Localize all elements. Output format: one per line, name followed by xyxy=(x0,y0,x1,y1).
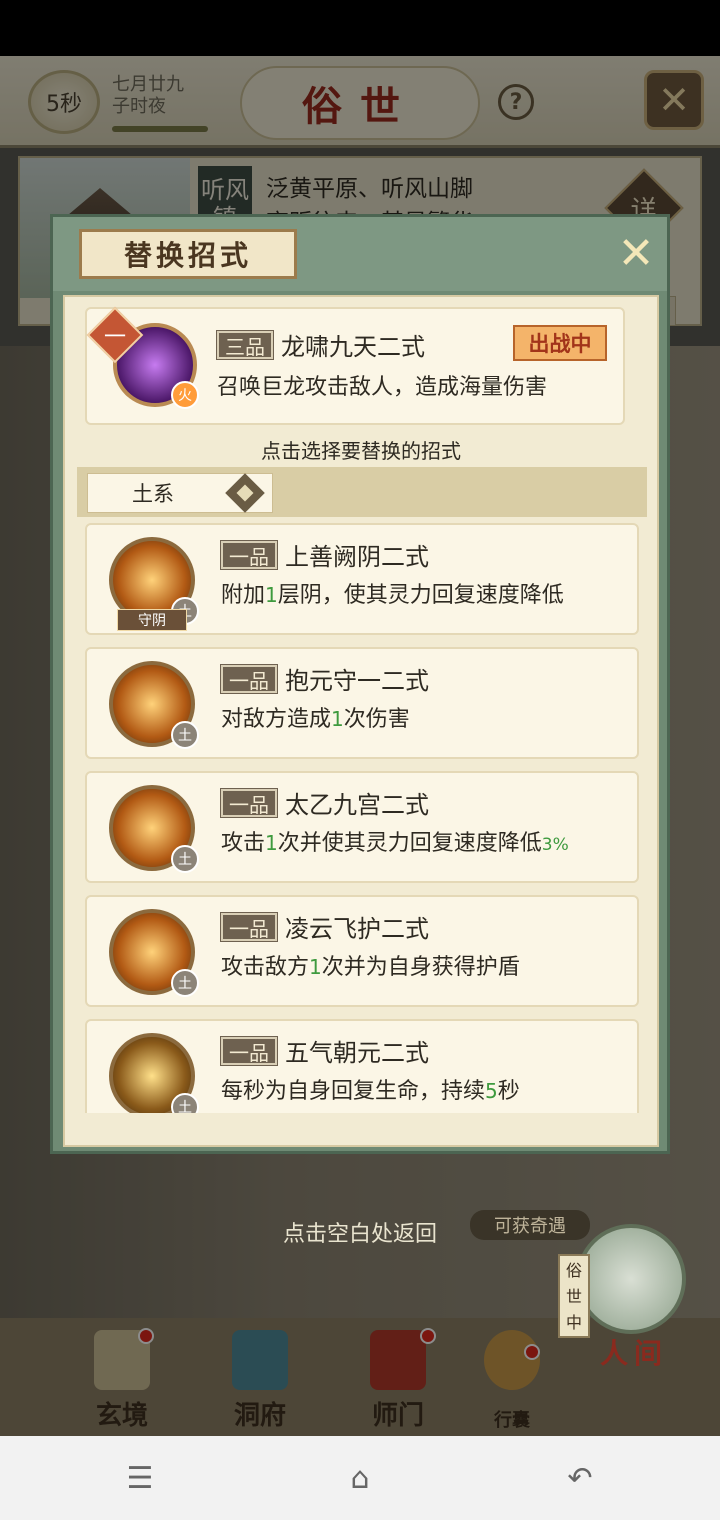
grade-badge: 一品 xyxy=(220,1035,278,1066)
filter-label: 土系 xyxy=(132,482,174,506)
status-tag: 俗世中 xyxy=(558,1254,590,1338)
grade-badge: 一品 xyxy=(220,539,278,570)
skill-list: 土 守阴 一品 上善阙阴二式 附加1层阴，使其灵力回复速度降低 土 一品 抱元守… xyxy=(77,523,647,1113)
replace-skill-dialog: 替换招式 ✕ 一 火 三品 龙啸九天二式 召唤巨龙攻击敌人，造成海量伤害 出战中… xyxy=(50,214,670,1154)
desc-text: 秒 xyxy=(497,1079,520,1104)
back-icon[interactable]: ↶ xyxy=(550,1456,610,1500)
close-icon[interactable]: ✕ xyxy=(613,231,659,277)
desc-number: 1 xyxy=(331,707,344,731)
fire-element-icon: 火 xyxy=(171,381,199,409)
skill-name: 上善阙阴二式 xyxy=(285,543,429,571)
skill-name: 五气朝元二式 xyxy=(285,1039,429,1067)
back-hint: 点击空白处返回 xyxy=(282,1222,437,1247)
skill-title: 一品 太乙九宫二式 xyxy=(220,785,429,820)
home-icon[interactable]: ⌂ xyxy=(330,1456,390,1500)
skill-item[interactable]: 土 守阴 一品 上善阙阴二式 附加1层阴，使其灵力回复速度降低 xyxy=(85,523,639,635)
grade-badge: 一品 xyxy=(220,787,278,818)
earth-element-icon: 土 xyxy=(171,845,199,873)
human-world-label: 人间 xyxy=(599,1337,668,1370)
grade-badge: 三品 xyxy=(216,329,274,360)
earth-element-icon: 土 xyxy=(171,969,199,997)
skill-title: 一品 五气朝元二式 xyxy=(220,1033,429,1068)
skill-description: 攻击敌方1次并为自身获得护盾 xyxy=(221,949,520,981)
desc-text: 次并为自身获得护盾 xyxy=(321,955,520,980)
skill-description: 附加1层阴，使其灵力回复速度降低 xyxy=(221,577,564,609)
dialog-title: 替换招式 xyxy=(79,229,297,279)
desc-number: 5 xyxy=(485,1079,498,1103)
current-skill-card: 一 火 三品 龙啸九天二式 召唤巨龙攻击敌人，造成海量伤害 出战中 xyxy=(85,306,625,425)
skill-tag: 守阴 xyxy=(117,609,187,631)
skill-description: 每秒为自身回复生命，持续5秒 xyxy=(221,1073,520,1105)
desc-number: 1 xyxy=(265,831,278,855)
desc-number: 3% xyxy=(541,835,569,855)
instruction-text: 点击选择要替换的招式 xyxy=(261,439,461,463)
status-bar xyxy=(0,0,720,56)
desc-text: 每秒为自身回复生命，持续 xyxy=(221,1079,486,1104)
desc-text: 攻击 xyxy=(221,831,266,856)
skill-description: 对敌方造成1次伤害 xyxy=(221,701,410,733)
skill-name: 太乙九宫二式 xyxy=(285,791,429,819)
skill-name: 龙啸九天二式 xyxy=(281,333,425,361)
skill-item[interactable]: 土 一品 五气朝元二式 每秒为自身回复生命，持续5秒 xyxy=(85,1019,639,1113)
desc-text: 攻击敌方 xyxy=(221,955,310,980)
skill-description: 召唤巨龙攻击敌人，造成海量伤害 xyxy=(217,375,548,400)
earth-element-icon: 土 xyxy=(171,721,199,749)
system-nav-bar: ☰ ⌂ ↶ xyxy=(0,1436,720,1520)
skill-title: 一品 抱元守一二式 xyxy=(220,661,429,696)
dialog-body: 一 火 三品 龙啸九天二式 召唤巨龙攻击敌人，造成海量伤害 出战中 点击选择要替… xyxy=(63,295,659,1147)
encounter-badge[interactable]: 可获奇遇 xyxy=(470,1210,590,1240)
skill-name: 抱元守一二式 xyxy=(285,667,429,695)
grade-badge: 一品 xyxy=(220,663,278,694)
skill-title: 一品 上善阙阴二式 xyxy=(220,537,429,572)
earth-element-icon: 土 xyxy=(171,1093,199,1113)
desc-text: 次并使其灵力回复速度降低 xyxy=(277,831,542,856)
dialog-header: 替换招式 ✕ xyxy=(53,217,667,291)
skill-item[interactable]: 土 一品 太乙九宫二式 攻击1次并使其灵力回复速度降低3% xyxy=(85,771,639,883)
menu-icon[interactable]: ☰ xyxy=(110,1456,170,1500)
desc-number: 1 xyxy=(309,955,322,979)
desc-text: 对敌方造成 xyxy=(221,707,332,732)
desc-text: 层阴，使其灵力回复速度降低 xyxy=(277,583,564,608)
skill-description: 攻击1次并使其灵力回复速度降低3% xyxy=(221,825,569,857)
desc-text: 附加 xyxy=(221,583,266,608)
skill-item[interactable]: 土 一品 凌云飞护二式 攻击敌方1次并为自身获得护盾 xyxy=(85,895,639,1007)
grade-badge: 一品 xyxy=(220,911,278,942)
skill-item[interactable]: 土 一品 抱元守一二式 对敌方造成1次伤害 xyxy=(85,647,639,759)
desc-number: 1 xyxy=(265,583,278,607)
current-skill-title: 三品 龙啸九天二式 xyxy=(216,327,425,362)
skill-title: 一品 凌云飞护二式 xyxy=(220,909,429,944)
skill-name: 凌云飞护二式 xyxy=(285,915,429,943)
rank-label: 一 xyxy=(103,325,126,350)
status-badge: 出战中 xyxy=(513,325,607,361)
desc-text: 次伤害 xyxy=(343,707,410,732)
